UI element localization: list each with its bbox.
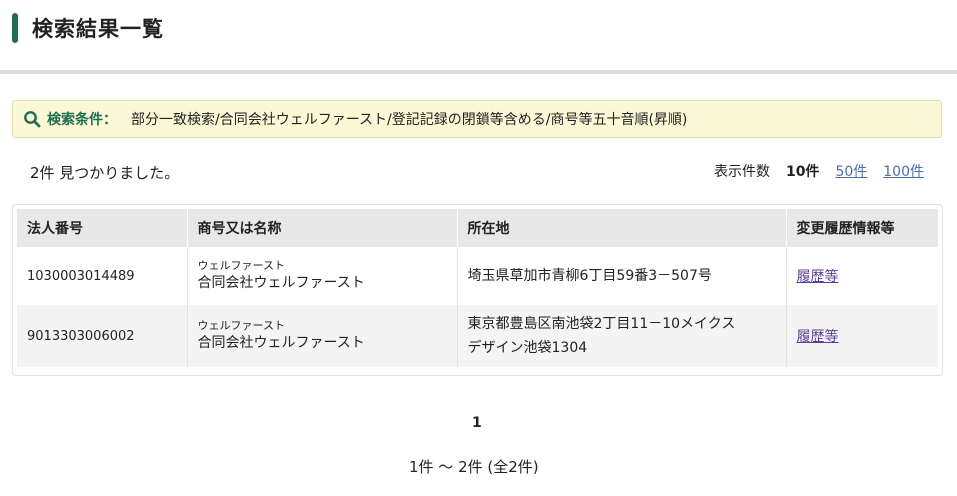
header-corp-number: 法人番号 — [17, 209, 188, 247]
header-history: 変更履歴情報等 — [786, 209, 938, 247]
table-row: 9013303006002 ウェルファースト 合同会社ウェルファースト 東京都豊… — [17, 305, 938, 367]
result-count: 2件 見つかりました。 — [30, 164, 180, 182]
name-cell: ウェルファースト 合同会社ウェルファースト — [187, 247, 458, 305]
page-title: 検索結果一覧 — [32, 17, 164, 41]
corp-number-cell: 1030003014489 — [17, 247, 188, 305]
search-icon — [24, 111, 41, 128]
address-line1: 埼玉県草加市青柳6丁目59番3－507号 — [467, 268, 712, 284]
header-divider — [0, 70, 957, 74]
per-page-current: 10件 — [785, 164, 820, 180]
results-table-container: 法人番号 商号又は名称 所在地 変更履歴情報等 1030003014489 ウェ… — [12, 204, 943, 376]
history-link[interactable]: 履歴等 — [797, 329, 839, 345]
search-conditions-box: 検索条件： 部分一致検索/合同会社ウェルファースト/登記記録の閉鎖等含める/商号… — [12, 100, 942, 138]
address-cell: 東京都豊島区南池袋2丁目11－10メイクス デザイン池袋1304 — [457, 305, 787, 367]
history-cell: 履歴等 — [786, 247, 938, 305]
name-kana: ウェルファースト — [197, 259, 285, 272]
table-row: 1030003014489 ウェルファースト 合同会社ウェルファースト 埼玉県草… — [17, 247, 938, 305]
per-page-50-link[interactable]: 50件 — [835, 161, 867, 181]
pagination-range: 1件 ～ 2件 (全2件) — [409, 458, 539, 476]
company-name: 合同会社ウェルファースト — [197, 335, 365, 351]
corp-number-cell: 9013303006002 — [17, 305, 188, 367]
company-name: 合同会社ウェルファースト — [197, 275, 365, 291]
table-header-row: 法人番号 商号又は名称 所在地 変更履歴情報等 — [17, 209, 938, 247]
address-line2: デザイン池袋1304 — [467, 340, 588, 356]
search-conditions-label: 検索条件： — [47, 112, 117, 128]
name-cell: ウェルファースト 合同会社ウェルファースト — [187, 305, 458, 367]
name-kana: ウェルファースト — [197, 319, 285, 332]
results-table: 法人番号 商号又は名称 所在地 変更履歴情報等 1030003014489 ウェ… — [17, 209, 938, 367]
address-line1: 東京都豊島区南池袋2丁目11－10メイクス — [467, 316, 736, 332]
header-address: 所在地 — [457, 209, 787, 247]
history-cell: 履歴等 — [786, 305, 938, 367]
title-accent-bar — [12, 13, 18, 43]
page-header: 検索結果一覧 — [12, 12, 164, 44]
pagination-current-page: 1 — [472, 415, 482, 431]
address-cell: 埼玉県草加市青柳6丁目59番3－507号 — [457, 247, 787, 305]
per-page-100-link[interactable]: 100件 — [883, 161, 924, 181]
history-link[interactable]: 履歴等 — [797, 269, 839, 285]
per-page-selector: 表示件数 10件 50件 100件 — [714, 161, 924, 181]
per-page-label: 表示件数 — [713, 164, 770, 180]
search-conditions-value: 部分一致検索/合同会社ウェルファースト/登記記録の閉鎖等含める/商号等五十音順(… — [131, 112, 688, 128]
header-name: 商号又は名称 — [187, 209, 458, 247]
